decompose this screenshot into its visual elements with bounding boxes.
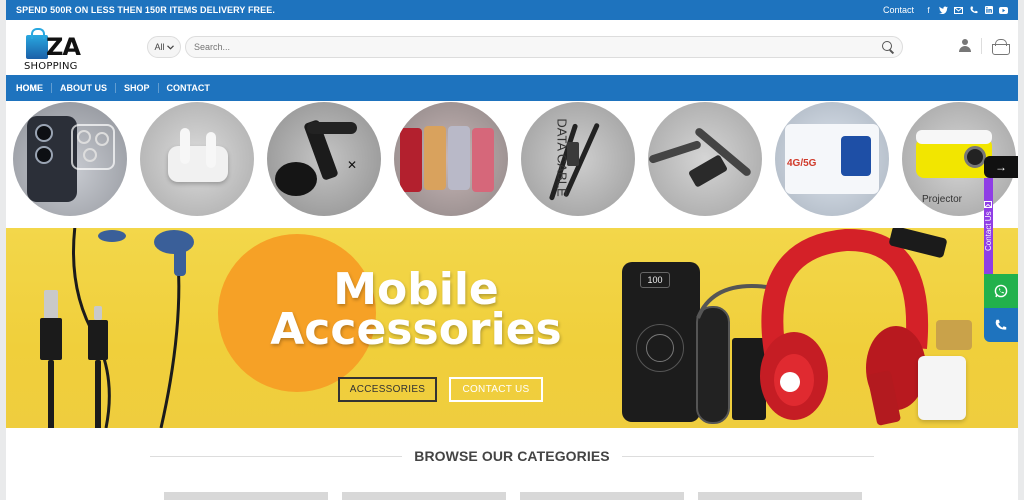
category-tile[interactable]: [698, 492, 862, 500]
category-tile[interactable]: [342, 492, 506, 500]
divider-line: [150, 455, 403, 457]
category-data-cable[interactable]: DATA CABLE: [521, 102, 635, 216]
headphones-image: [760, 228, 929, 420]
category-select[interactable]: All: [147, 36, 181, 58]
category-tile[interactable]: [164, 492, 328, 500]
category-car-holder[interactable]: ✕: [267, 102, 381, 216]
category-carousel: ✕ DATA CABLE 4G/5G Projector: [6, 101, 1018, 223]
phone-call-icon[interactable]: [984, 308, 1018, 342]
category-phone-cases[interactable]: [394, 102, 508, 216]
category-audio-adapter[interactable]: [648, 102, 762, 216]
nav-shop[interactable]: SHOP: [115, 83, 158, 93]
powerbank-display: 100: [640, 272, 670, 288]
basket-icon[interactable]: [992, 39, 1010, 55]
divider-line: [621, 455, 874, 457]
header: ZA SHOPPING All: [6, 20, 1018, 75]
floating-contact-panel: → Contact Us: [984, 156, 1018, 342]
browse-categories: BROWSE OUR CATEGORIES: [6, 448, 1018, 464]
category-camera-protector[interactable]: [13, 102, 127, 216]
contact-us-tab-label: Contact Us: [984, 211, 993, 252]
top-contact-link[interactable]: Contact: [883, 5, 914, 15]
email-icon[interactable]: [954, 6, 963, 15]
phone-icon[interactable]: [969, 6, 978, 15]
category-tiles: [164, 492, 862, 500]
search-field: [185, 36, 903, 58]
contact-us-button[interactable]: CONTACT US: [449, 377, 543, 402]
top-bar-right: Contact f: [883, 5, 1008, 15]
search-icon[interactable]: [882, 41, 894, 53]
facebook-icon[interactable]: f: [924, 6, 933, 15]
nav-contact[interactable]: CONTACT: [157, 83, 218, 93]
contact-us-tab[interactable]: Contact Us: [984, 178, 993, 274]
nav-home[interactable]: HOME: [16, 83, 51, 93]
top-bar: SPEND 500R ON LESS THEN 150R ITEMS DELIV…: [6, 0, 1018, 20]
charger-image: [918, 356, 966, 420]
promo-text: SPEND 500R ON LESS THEN 150R ITEMS DELIV…: [16, 5, 275, 15]
banner-headline-2: Accessories: [270, 304, 562, 355]
nav-about[interactable]: ABOUT US: [51, 83, 115, 93]
browse-heading: BROWSE OUR CATEGORIES: [414, 448, 610, 464]
earphones-image: [72, 228, 194, 428]
logo-mark: ZA: [46, 32, 81, 61]
category-router[interactable]: 4G/5G: [775, 102, 889, 216]
header-divider: [981, 38, 982, 54]
youtube-icon[interactable]: [999, 6, 1008, 15]
site-logo[interactable]: ZA SHOPPING: [24, 25, 88, 72]
banner-headline: Mobile Accessories: [246, 268, 586, 355]
whatsapp-icon[interactable]: [984, 274, 1018, 308]
projector-text: Projector: [922, 194, 963, 205]
bag-icon: [26, 27, 48, 59]
main-nav: HOME ABOUT US SHOP CONTACT: [6, 75, 1018, 101]
category-tile[interactable]: [520, 492, 684, 500]
accessories-button[interactable]: ACCESSORIES: [338, 377, 437, 402]
header-icons: [959, 38, 1010, 55]
mail-icon: [984, 200, 993, 208]
chevron-down-icon: [166, 44, 174, 50]
category-earbuds[interactable]: [140, 102, 254, 216]
user-icon[interactable]: [959, 39, 971, 53]
linkedin-icon[interactable]: [984, 6, 993, 15]
logo-tagline: SHOPPING: [24, 60, 78, 72]
hero-banner: Mobile Accessories ACCESSORIES CONTACT U…: [6, 228, 1018, 428]
arrow-right-icon[interactable]: →: [984, 156, 1018, 178]
search-bar: All: [147, 36, 903, 58]
search-input[interactable]: [194, 42, 882, 52]
powerbank-image: 100: [622, 262, 700, 422]
router-text: 4G/5G: [787, 158, 817, 169]
category-select-value: All: [154, 42, 165, 52]
page: SPEND 500R ON LESS THEN 150R ITEMS DELIV…: [6, 0, 1018, 500]
cable-text: DATA CABLE: [554, 118, 570, 197]
twitter-icon[interactable]: [939, 6, 948, 15]
